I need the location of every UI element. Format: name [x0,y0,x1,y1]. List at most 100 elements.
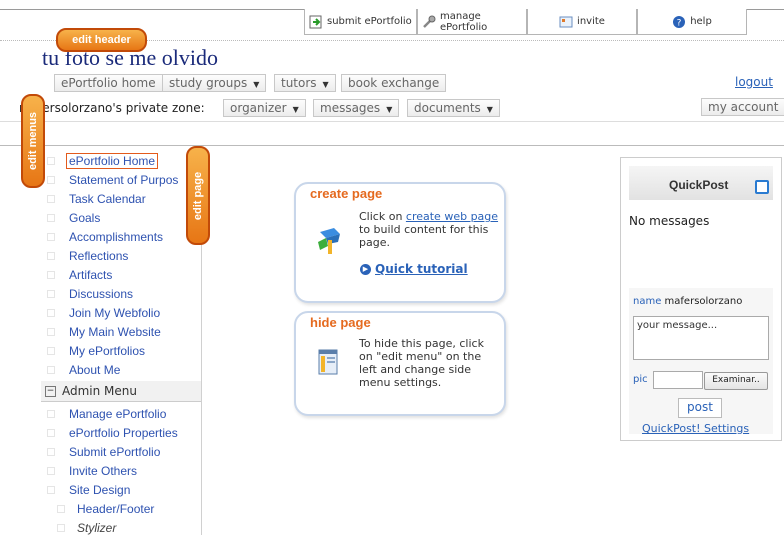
edit-menus-label: edit menus [27,111,40,171]
message-textarea[interactable]: your message... [633,316,769,360]
menu-item-header-footer[interactable]: Header/Footer [41,499,201,518]
menu-label: My ePortfolios [69,343,146,358]
menu-item-site-design[interactable]: Site Design [41,480,201,499]
quickpost-form: name mafersolorzano your message... pic … [629,288,773,435]
zone-messages[interactable]: messages ▼ [313,99,400,117]
hide-page-text: To hide this page, click on "edit menu" … [359,337,484,389]
submit-label: submit ePortfolio [327,16,412,27]
nav-study-groups[interactable]: study groups ▼ [162,74,267,92]
help-icon: ? [673,15,686,28]
bullet [47,466,55,475]
menu-item-accomplishments[interactable]: Accomplishments [41,227,201,246]
bullet [47,175,55,184]
invite-button[interactable]: invite [527,9,637,35]
name-label: name [633,296,662,307]
svg-text:?: ? [677,18,682,28]
nav-eportfolio-home[interactable]: ePortfolio home [54,74,163,92]
my-account-button[interactable]: my account [701,98,784,116]
menu-item-manage-eportfolio[interactable]: Manage ePortfolio [41,404,201,423]
quickpost-title: QuickPost [669,178,729,192]
bullet [47,194,55,203]
logout-link[interactable]: logout [735,75,773,89]
manage-eportfolio-button[interactable]: manage ePortfolio [417,9,527,35]
create-page-title: create page [310,186,383,201]
bullet [47,428,55,437]
zone-documents[interactable]: documents ▼ [407,99,500,117]
bullet [47,156,55,165]
menu-item-stylizer[interactable]: Stylizer [41,518,201,537]
dropdown-arrow-icon: ▼ [386,105,393,114]
menu-item-eportfolio-home[interactable]: ePortfolio Home [41,151,201,170]
bullet [47,365,55,374]
help-button[interactable]: ? help [637,9,747,35]
menu-item-task-calendar[interactable]: Task Calendar [41,189,201,208]
pic-label: pic [633,374,648,385]
dropdown-arrow-icon: ▼ [322,80,329,89]
menu-label: Site Design [69,482,131,497]
collapse-icon[interactable]: − [45,385,56,397]
admin-menu-header[interactable]: − Admin Menu [41,381,201,402]
quickpost-settings-link[interactable]: QuickPost! Settings [642,422,749,435]
create-page-card: create page Click on create web page to … [294,182,506,303]
hide-page-title: hide page [310,315,371,330]
bullet [57,504,65,513]
menu-item-goals[interactable]: Goals [41,208,201,227]
bullet [47,213,55,222]
bullet [47,327,55,336]
menu-item-reflections[interactable]: Reflections [41,246,201,265]
menu-label: Invite Others [69,463,138,478]
nav-book-exchange[interactable]: book exchange [341,74,447,92]
menu-item-discussions[interactable]: Discussions [41,284,201,303]
bullet [47,270,55,279]
menu-item-my-eportfolios[interactable]: My ePortfolios [41,341,201,360]
create-text-before: Click on [359,210,406,223]
zone-organizer[interactable]: organizer ▼ [223,99,306,117]
menu-label: Discussions [69,286,134,301]
menu-item-about-me[interactable]: About Me [41,360,201,379]
edit-header-label: edit header [72,34,131,46]
edit-page-label: edit page [192,171,205,220]
bullet [47,251,55,260]
bullet [47,346,55,355]
bullet [47,289,55,298]
menu-item-join-my-webfolio[interactable]: Join My Webfolio [41,303,201,322]
menu-label: Stylizer [77,520,117,535]
manage-label: manage ePortfolio [440,10,488,33]
post-button[interactable]: post [678,398,722,418]
nav-tutors[interactable]: tutors ▼ [274,74,336,92]
submit-icon [309,15,322,28]
menu-label: Statement of Purpos [69,172,179,187]
menu-item-artifacts[interactable]: Artifacts [41,265,201,284]
window-icon[interactable] [755,180,769,194]
zone-label: messages [320,101,381,115]
menu-label: Task Calendar [69,191,146,206]
invite-label: invite [577,16,605,27]
menu-item-eportfolio-properties[interactable]: ePortfolio Properties [41,423,201,442]
menu-item-submit-eportfolio[interactable]: Submit ePortfolio [41,442,201,461]
quick-tutorial-link[interactable]: ▶ Quick tutorial [360,262,468,276]
menu-label: ePortfolio Home [66,152,159,169]
dropdown-arrow-icon: ▼ [292,105,299,114]
create-web-page-link[interactable]: create web page [406,210,498,223]
create-page-icon [318,228,340,254]
menu-label: About Me [69,362,121,377]
dropdown-arrow-icon: ▼ [486,105,493,114]
menu-label: Goals [69,210,101,225]
menu-label: Manage ePortfolio [69,406,167,421]
submit-eportfolio-button[interactable]: submit ePortfolio [304,9,417,35]
browse-button[interactable]: Examinar.. [704,372,768,390]
menu-label: Join My Webfolio [69,305,161,320]
pic-file-input[interactable] [653,371,703,389]
dropdown-arrow-icon: ▼ [253,80,260,89]
menu-label: My Main Website [69,324,161,339]
quickpost-panel: QuickPost No messages name mafersolorzan… [620,157,782,441]
menu-label: Reflections [69,248,129,263]
menu-item-my-main-website[interactable]: My Main Website [41,322,201,341]
menu-label: Accomplishments [69,229,164,244]
menu-item-statement-of-purpose[interactable]: Statement of Purpos [41,170,201,189]
name-value: mafersolorzano [664,296,743,307]
private-zone-label: mafersolorzano's private zone: [19,101,205,115]
edit-header-tab[interactable]: edit header [56,28,147,52]
menu-item-invite-others[interactable]: Invite Others [41,461,201,480]
edit-page-tab[interactable]: edit page [186,146,210,245]
